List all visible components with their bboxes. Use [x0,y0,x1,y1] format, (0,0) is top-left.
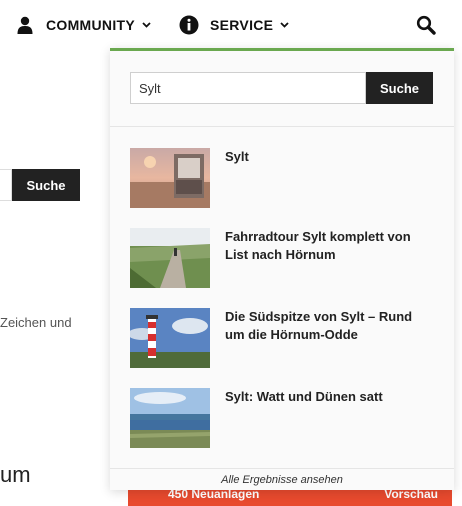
result-thumbnail [130,388,210,448]
all-results-link[interactable]: Alle Ergebnisse ansehen [110,474,454,486]
result-title: Sylt [225,149,249,164]
divider [110,126,454,127]
divider [110,468,454,469]
nav-community-label: COMMUNITY [46,17,136,33]
background-partial-text: Zeichen und [0,315,72,330]
background-search-input[interactable] [0,169,12,201]
result-thumbnail [130,308,210,368]
nav-community[interactable]: COMMUNITY [14,0,151,50]
nav-service[interactable]: SERVICE [178,0,289,50]
result-title: Sylt: Watt und Dünen satt [225,389,383,404]
result-title: Die Südspitze von Sylt – Rund um die Hör… [225,309,413,342]
search-result-item[interactable]: Die Südspitze von Sylt – Rund um die Hör… [130,308,434,368]
user-icon [14,14,36,36]
search-result-item[interactable]: Sylt: Watt und Dünen satt [130,388,434,448]
result-thumbnail [130,148,210,208]
search-dropdown-panel: Suche Sylt [110,48,454,490]
search-form: Suche [130,72,433,104]
search-result-item[interactable]: Fahrradtour Sylt komplett von List nach … [130,228,434,288]
background-partial-heading: um [0,462,31,487]
chevron-down-icon [142,21,151,30]
result-thumbnail [130,228,210,288]
search-input[interactable] [130,72,366,104]
search-submit-button[interactable]: Suche [366,72,433,104]
background-search-button[interactable]: Suche [12,169,80,201]
result-title: Fahrradtour Sylt komplett von List nach … [225,229,411,262]
search-result-item[interactable]: Sylt [130,148,434,208]
search-toggle-button[interactable] [413,14,439,40]
search-icon [416,15,436,40]
nav-service-label: SERVICE [210,17,274,33]
top-navigation: COMMUNITY SERVICE [0,0,462,50]
chevron-down-icon [280,21,289,30]
info-icon [178,14,200,36]
